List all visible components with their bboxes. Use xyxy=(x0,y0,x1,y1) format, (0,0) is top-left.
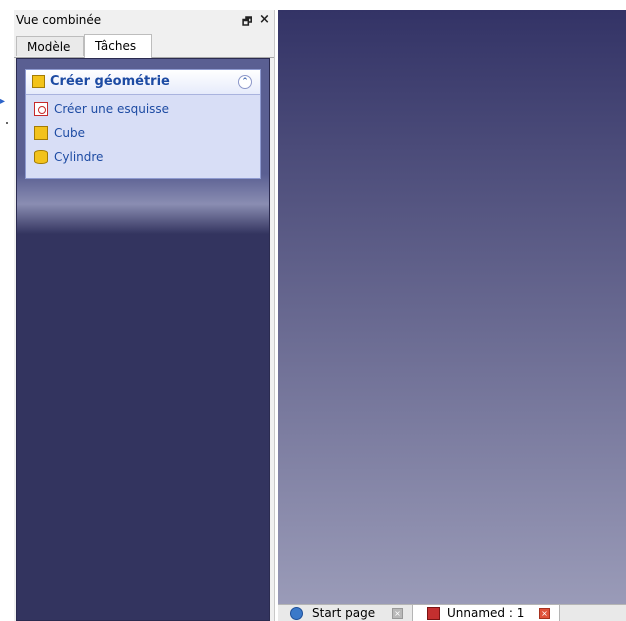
cylinder-icon xyxy=(34,150,48,164)
tab-label: Start page xyxy=(312,606,376,620)
task-box-title: Créer géométrie xyxy=(50,74,170,89)
close-tab-icon[interactable]: × xyxy=(539,608,550,619)
tab-unnamed-1[interactable]: Unnamed : 1 × xyxy=(412,605,560,621)
tab-label: Unnamed : 1 xyxy=(447,606,525,620)
close-tab-icon[interactable]: × xyxy=(392,608,403,619)
globe-icon xyxy=(290,607,303,620)
collapse-up-icon[interactable]: ⌃ xyxy=(238,75,252,89)
tab-modele[interactable]: Modèle xyxy=(16,36,84,56)
tab-taches[interactable]: Tâches xyxy=(84,34,152,58)
arrow-icon: ▸ xyxy=(0,96,6,107)
sketch-icon xyxy=(34,102,48,116)
task-item-label: Cube xyxy=(54,126,85,140)
combo-view-header: Vue combinée 🗗 × xyxy=(14,10,274,32)
tab-start-page[interactable]: Start page × xyxy=(290,605,410,621)
task-box-create-geometry: Créer géométrie ⌃ Créer une esquisse Cub… xyxy=(25,69,261,179)
task-item-cube[interactable]: Cube xyxy=(34,124,254,144)
document-tabbar: Start page × Unnamed : 1 × xyxy=(278,604,626,621)
task-item-label: Créer une esquisse xyxy=(54,102,170,116)
part-cube-icon xyxy=(32,75,45,88)
top-edge xyxy=(0,0,626,10)
task-item-label: Cylindre xyxy=(54,150,104,164)
combo-view-panel: Vue combinée 🗗 × Modèle Tâches Créer géo… xyxy=(14,10,275,621)
freecad-document-icon xyxy=(427,607,440,620)
cube-icon xyxy=(34,126,48,140)
dot-marker xyxy=(6,122,8,124)
combo-tabbar: Modèle Tâches xyxy=(14,34,274,58)
3d-view[interactable] xyxy=(278,10,626,604)
float-window-icon[interactable]: 🗗 xyxy=(242,13,252,32)
app-window: ▸ Vue combinée 🗗 × Modèle Tâches Créer g… xyxy=(0,0,626,621)
task-box-header[interactable]: Créer géométrie ⌃ xyxy=(26,70,260,95)
close-icon[interactable]: × xyxy=(259,12,270,27)
left-margin: ▸ xyxy=(0,0,14,621)
task-item-create-sketch[interactable]: Créer une esquisse xyxy=(34,100,254,120)
task-pane: Créer géométrie ⌃ Créer une esquisse Cub… xyxy=(16,58,270,621)
task-item-cylinder[interactable]: Cylindre xyxy=(34,148,254,168)
combo-view-title: Vue combinée xyxy=(16,13,102,27)
